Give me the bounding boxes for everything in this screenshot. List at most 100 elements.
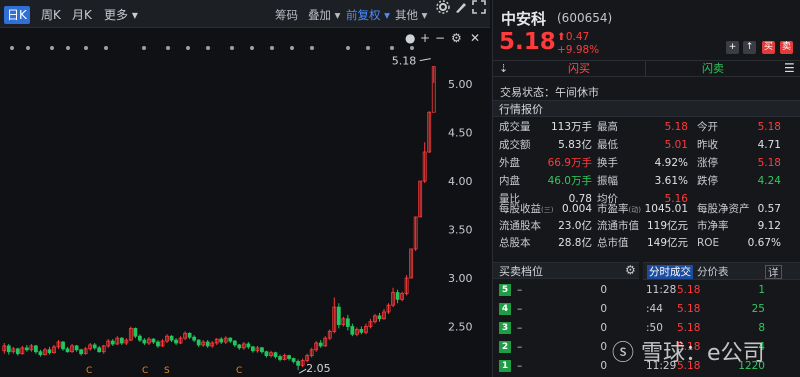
candle-body	[251, 346, 255, 352]
candle-body	[395, 292, 400, 300]
quote-value: 46.0万手	[547, 175, 592, 187]
candle-body	[187, 332, 192, 338]
level-volume: 0	[600, 360, 607, 372]
candle-body	[169, 335, 174, 341]
level-price: –	[517, 284, 523, 296]
flash-buy-button[interactable]: 闪买	[513, 61, 646, 77]
quote-section-title: 行情报价	[493, 100, 800, 117]
fundamental-value: 0.57	[757, 203, 781, 215]
fundamental-value: 0.004	[561, 203, 592, 215]
candle-body	[260, 347, 264, 353]
candle-body	[350, 326, 355, 335]
tab-price-table[interactable]: 分价表	[695, 265, 731, 279]
candle-body	[287, 355, 291, 359]
buy-button[interactable]: 买	[762, 41, 775, 54]
up-arrow-icon: ⬆	[557, 31, 566, 43]
trading-status: 交易状态：午间休市	[500, 86, 599, 99]
level-badge: 3	[499, 322, 511, 334]
quote-value: 4.92%	[654, 157, 688, 169]
event-marker: C	[142, 366, 148, 376]
candle-body	[219, 338, 224, 343]
flash-trade-bar: ⇣ 闪买 闪卖 ☰	[493, 60, 800, 77]
y-tick-label: 5.00	[448, 78, 473, 91]
fundamental-value: 0.67%	[747, 237, 781, 249]
candle-body	[15, 348, 20, 355]
candle-body	[34, 345, 38, 353]
price-change: ⬆0.47 +9.98%	[557, 31, 600, 56]
level-price: –	[517, 341, 523, 353]
orderbook-gear-icon[interactable]: ⚙	[625, 263, 636, 277]
y-tick-label: 3.50	[448, 224, 473, 237]
stock-info-panel: 中安科 (600654) 5.18 ⬆0.47 +9.98% + ↑ 买 卖 ⇣…	[492, 0, 800, 377]
fundamental-label: 总股本	[499, 237, 531, 249]
trade-price: 5.18	[677, 303, 701, 315]
quote-value: 113万手	[550, 121, 592, 133]
candle-body	[151, 338, 156, 343]
trade-price: 5.18	[677, 322, 701, 334]
event-marker: C	[86, 366, 92, 376]
candle-body	[38, 351, 43, 356]
alert-button[interactable]: ↑	[743, 41, 756, 54]
quote-label: 最低	[597, 139, 618, 151]
y-tick-label: 4.50	[448, 127, 473, 140]
quote-value: 4.24	[757, 175, 781, 187]
trade-row: 11:28 5.18 1	[641, 281, 773, 300]
level-price: –	[517, 303, 523, 315]
quote-value: 3.61%	[654, 175, 688, 187]
candle-body	[237, 344, 242, 349]
candle-body	[47, 349, 52, 354]
fundamental-value: 1045.01	[644, 203, 688, 215]
fundamental-value: 28.8亿	[558, 237, 592, 249]
candle-body	[246, 343, 251, 348]
candle-body	[278, 356, 282, 360]
quote-label: 换手	[597, 157, 618, 169]
collapse-icon[interactable]: ⇣	[499, 62, 508, 75]
stock-name: 中安科	[501, 10, 547, 28]
event-marker: C	[236, 366, 242, 376]
y-tick-label: 3.00	[448, 272, 473, 285]
y-tick-label: 2.50	[448, 321, 473, 334]
candle-body	[192, 336, 197, 341]
candle-body	[24, 347, 29, 351]
candle-body	[291, 358, 296, 362]
candle-body	[205, 341, 210, 347]
flash-sell-button[interactable]: 闪卖	[649, 61, 777, 77]
tab-time-trades[interactable]: 分时成交	[647, 265, 693, 279]
level-badge: 4	[499, 303, 511, 315]
trade-price: 5.18	[677, 284, 701, 296]
ticks-tabs: 分时成交 分价表 详	[643, 262, 800, 280]
details-button[interactable]: 详	[765, 265, 782, 279]
candle-body	[196, 339, 201, 346]
candle-body	[61, 341, 65, 350]
orderbook-title: 买卖档位	[493, 262, 639, 279]
orderbook-row[interactable]: 5– 0	[493, 281, 639, 300]
high-arrow	[419, 58, 431, 62]
sell-button[interactable]: 卖	[780, 41, 793, 54]
trade-time: :44	[646, 303, 663, 315]
quote-label: 最高	[597, 121, 618, 133]
y-tick-label: 4.00	[448, 175, 473, 188]
level-volume: 0	[600, 341, 607, 353]
candle-body	[79, 349, 84, 355]
kline-chart-panel: 日K 周K 月K 更多 ▾ 筹码 叠加 ▾ 前复权 ▾ 其他 ▾ ● + − ⚙…	[0, 0, 490, 377]
level-price: –	[517, 322, 523, 334]
candle-body	[264, 351, 269, 357]
level-badge: 2	[499, 341, 511, 353]
candlestick-plot: 5.00 4.50 4.00 3.50 3.00 2.50 5.18 2.05 C C S C	[2, 55, 473, 376]
quote-label: 内盘	[499, 175, 520, 187]
candle-body	[110, 340, 115, 345]
trade-volume: 8	[758, 322, 765, 334]
candle-body	[97, 347, 102, 353]
add-watch-button[interactable]: +	[726, 41, 739, 54]
menu-icon[interactable]: ☰	[784, 61, 795, 75]
fundamental-label: ROE	[697, 237, 720, 249]
candle-body	[336, 306, 341, 325]
orderbook-row[interactable]: 4– 0	[493, 300, 639, 319]
candle-body	[345, 318, 350, 327]
quote-value: 5.83亿	[558, 139, 592, 151]
fundamental-label: 总市值	[597, 237, 629, 249]
quote-value: 5.18	[664, 121, 688, 133]
trade-volume: 25	[751, 303, 765, 315]
quote-value: 4.71	[757, 139, 781, 151]
fundamental-value: 149亿元	[646, 237, 688, 249]
